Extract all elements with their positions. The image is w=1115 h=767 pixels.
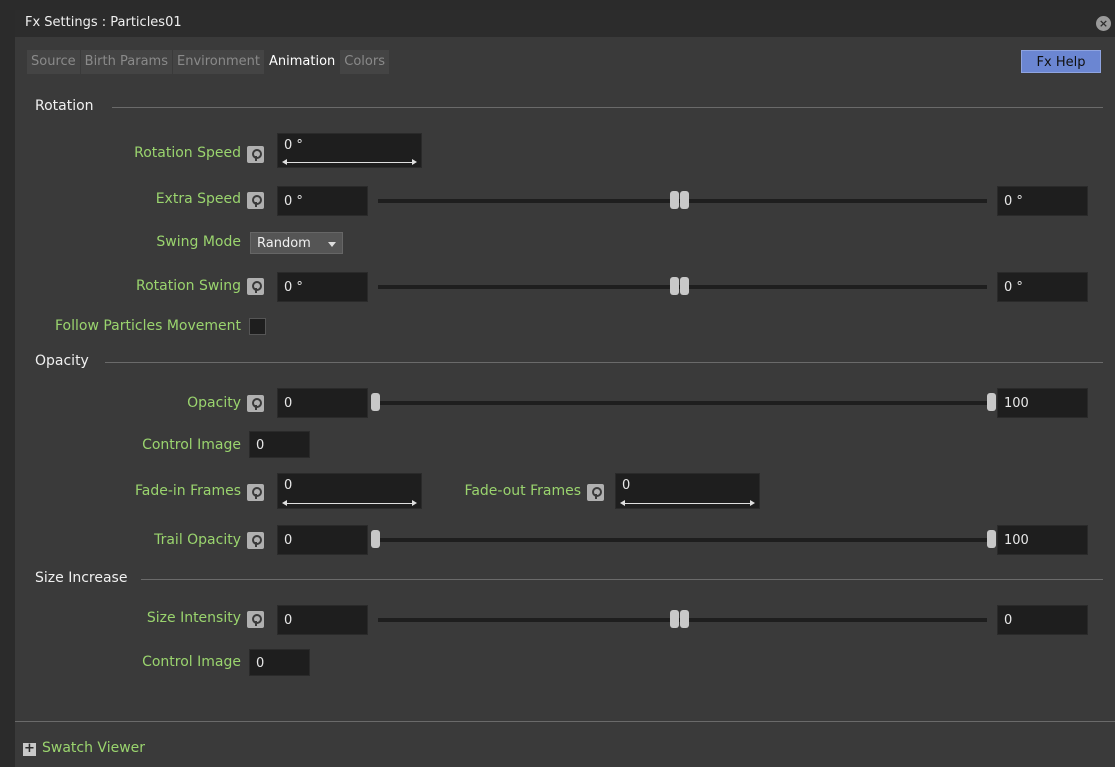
fx-settings-window: Fx Settings : Particles01 × Source Birth… — [15, 10, 1115, 767]
footer-divider — [15, 721, 1115, 722]
opacity-slider-handle-max[interactable] — [987, 393, 996, 411]
section-rotation-title: Rotation — [35, 98, 94, 114]
tabs: Source Birth Params Environment Animatio… — [27, 50, 390, 74]
fade-in-field[interactable]: 0 — [277, 473, 422, 509]
section-divider — [112, 107, 1103, 108]
opacity-control-image-field[interactable]: 0 — [249, 431, 310, 458]
control-image-label: Control Image — [142, 654, 241, 670]
trail-opacity-slider-handle-min[interactable] — [371, 530, 380, 548]
swing-mode-value: Random — [257, 236, 311, 251]
extra-speed-slider-handle-left[interactable] — [670, 191, 679, 209]
section-divider — [105, 362, 1103, 363]
rotation-swing-max-field[interactable]: 0 ° — [997, 272, 1088, 302]
size-intensity-min-field[interactable]: 0 — [277, 605, 368, 635]
fade-in-label: Fade-in Frames — [134, 483, 241, 499]
follow-particles-label: Follow Particles Movement — [55, 318, 241, 334]
rotation-swing-label: Rotation Swing — [136, 278, 241, 294]
rotation-swing-min-field[interactable]: 0 ° — [277, 272, 368, 302]
opacity-min-field[interactable]: 0 — [277, 388, 368, 418]
opacity-slider-handle-min[interactable] — [371, 393, 380, 411]
fade-in-value: 0 — [284, 478, 293, 493]
key-icon[interactable] — [247, 611, 264, 628]
opacity-slider-track[interactable] — [375, 401, 989, 405]
trail-opacity-min-field[interactable]: 0 — [277, 525, 368, 555]
key-icon[interactable] — [247, 278, 264, 295]
extra-speed-slider-handle-right[interactable] — [680, 191, 689, 209]
fx-help-button[interactable]: Fx Help — [1021, 50, 1101, 73]
rotation-speed-value: 0 ° — [284, 138, 303, 153]
close-icon[interactable]: × — [1096, 16, 1111, 31]
plus-icon[interactable]: + — [23, 742, 36, 756]
rotation-swing-slider-handle-left[interactable] — [670, 277, 679, 295]
tab-colors[interactable]: Colors — [340, 50, 390, 74]
key-icon[interactable] — [247, 395, 264, 412]
section-opacity-title: Opacity — [35, 353, 89, 369]
tab-environment[interactable]: Environment — [172, 50, 265, 74]
size-intensity-label: Size Intensity — [146, 610, 241, 626]
trail-opacity-slider-track[interactable] — [375, 538, 989, 542]
extra-speed-min-field[interactable]: 0 ° — [277, 186, 368, 216]
control-image-label: Control Image — [142, 437, 241, 453]
key-icon[interactable] — [587, 484, 604, 501]
tab-source[interactable]: Source — [27, 50, 81, 74]
tab-birth-params[interactable]: Birth Params — [80, 50, 173, 74]
size-intensity-slider-handle-left[interactable] — [670, 610, 679, 628]
swing-mode-dropdown[interactable]: Random — [250, 232, 343, 254]
drag-arrow-icon — [282, 159, 417, 165]
title-bar: Fx Settings : Particles01 × — [15, 10, 1115, 37]
trail-opacity-slider-handle-max[interactable] — [987, 530, 996, 548]
drag-arrow-icon — [620, 500, 755, 506]
extra-speed-max-field[interactable]: 0 ° — [997, 186, 1088, 216]
key-icon[interactable] — [247, 146, 264, 163]
follow-particles-checkbox[interactable] — [249, 318, 266, 335]
rotation-swing-slider-handle-right[interactable] — [680, 277, 689, 295]
opacity-label: Opacity — [187, 395, 241, 411]
tab-bar: Source Birth Params Environment Animatio… — [15, 37, 1115, 88]
key-icon[interactable] — [247, 484, 264, 501]
fade-out-value: 0 — [622, 478, 631, 493]
size-intensity-slider-handle-right[interactable] — [680, 610, 689, 628]
tab-animation[interactable]: Animation — [265, 50, 341, 74]
swing-mode-label: Swing Mode — [156, 234, 241, 250]
rotation-speed-label: Rotation Speed — [134, 145, 241, 161]
extra-speed-label: Extra Speed — [155, 191, 241, 207]
drag-arrow-icon — [282, 500, 417, 506]
opacity-max-field[interactable]: 100 — [997, 388, 1088, 418]
key-icon[interactable] — [247, 532, 264, 549]
section-divider — [141, 579, 1103, 580]
trail-opacity-max-field[interactable]: 100 — [997, 525, 1088, 555]
rotation-speed-field[interactable]: 0 ° — [277, 133, 422, 168]
size-intensity-max-field[interactable]: 0 — [997, 605, 1088, 635]
trail-opacity-label: Trail Opacity — [154, 532, 241, 548]
window-title: Fx Settings : Particles01 — [25, 15, 182, 30]
key-icon[interactable] — [247, 192, 264, 209]
section-size-increase-title: Size Increase — [35, 570, 128, 586]
fade-out-field[interactable]: 0 — [615, 473, 760, 509]
size-control-image-field[interactable]: 0 — [249, 649, 310, 676]
chevron-down-icon — [328, 242, 336, 247]
swatch-viewer-toggle[interactable]: Swatch Viewer — [42, 740, 145, 756]
fade-out-label: Fade-out Frames — [464, 483, 581, 499]
